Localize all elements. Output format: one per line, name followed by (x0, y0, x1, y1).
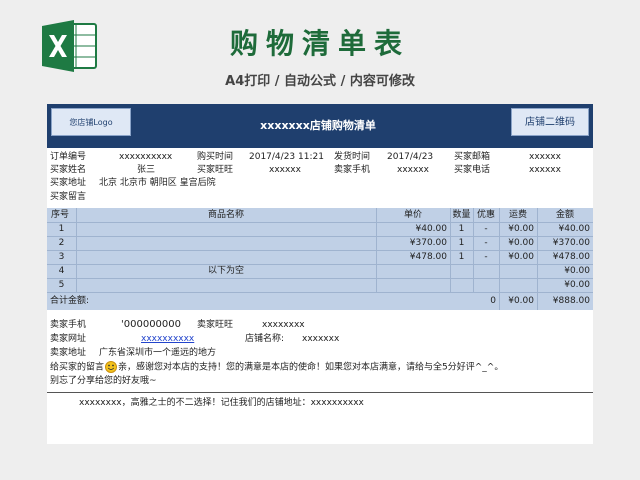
row-2-qty[interactable]: 1 (450, 236, 473, 250)
shop-name[interactable]: xxxxxxx (302, 333, 339, 345)
footer-divider (47, 392, 593, 393)
total-label: 合计金额: (50, 296, 90, 306)
shopping-list-sheet: 您店铺Logo xxxxxxx店铺购物清单 店铺二维码 订单编号 xxxxxxx… (47, 104, 593, 444)
buyer-addr[interactable]: 北京 北京市 朝阳区 皇宫后院 (99, 177, 216, 189)
shop-qr-placeholder[interactable]: 店铺二维码 (511, 108, 589, 136)
row-3-price[interactable]: ¥478.00 (376, 250, 447, 264)
seller-mobile[interactable]: '000000000 (121, 319, 181, 331)
buyer-addr-label: 买家地址 (50, 178, 87, 188)
row-4-no[interactable]: 4 (47, 264, 76, 278)
total-qty: 0 (490, 296, 496, 306)
row-1-amount[interactable]: ¥40.00 (537, 222, 591, 236)
seller-addr[interactable]: 广东省深圳市一个遥远的地方 (99, 347, 216, 359)
col-header-amount: 金额 (555, 210, 574, 220)
seller-ww-label: 卖家旺旺 (197, 320, 234, 330)
seller-msg-line2: 别忘了分享给您的好友哦~ (50, 376, 157, 386)
buyer-ww-label: 买家旺旺 (197, 165, 234, 175)
sheet-title: xxxxxxx店铺购物清单 (260, 119, 376, 132)
row-2-no[interactable]: 2 (47, 236, 76, 250)
sheet-header: 您店铺Logo xxxxxxx店铺购物清单 店铺二维码 (47, 104, 593, 148)
row-1-discount[interactable]: - (473, 222, 499, 236)
seller-ww[interactable]: xxxxxxxx (262, 319, 305, 331)
order-no-label: 订单编号 (50, 152, 87, 162)
ship-time[interactable]: 2017/4/23 (387, 151, 433, 163)
row-3-qty[interactable]: 1 (450, 250, 473, 264)
row-1-price[interactable]: ¥40.00 (376, 222, 448, 236)
seller-message: 给买家的留言 亲，感谢您对本店的支持！您的满意是本店的使命！如果您对本店满意，请给… (50, 361, 503, 374)
buyer-mobile-label: 卖家手机 (334, 165, 371, 175)
items-table: 序号 商品名称 单价 数量 优惠 运费 金额 1 ¥40.00 1 - ¥0.0… (47, 208, 593, 310)
page-title: 购物清单表 (229, 27, 410, 60)
buy-time[interactable]: 2017/4/23 11:21 (249, 151, 324, 163)
row-5-amount[interactable]: ¥0.00 (537, 278, 590, 292)
seller-mobile-label: 卖家手机 (50, 320, 87, 330)
buyer-name-label: 买家姓名 (50, 165, 87, 175)
shop-logo-placeholder[interactable]: 您店铺Logo (51, 108, 131, 136)
col-header-name: 商品名称 (207, 210, 244, 220)
buyer-phone[interactable]: xxxxxx (529, 164, 561, 176)
seller-site-link[interactable]: xxxxxxxxxx (141, 333, 194, 345)
page-subtitle: A4打印 / 自动公式 / 内容可修改 (225, 74, 415, 89)
buyer-name[interactable]: 张三 (137, 164, 155, 176)
row-3-no[interactable]: 3 (47, 250, 76, 264)
shop-name-label: 店铺名称: (245, 334, 285, 344)
col-header-qty: 数量 (452, 210, 471, 220)
row-2-price[interactable]: ¥370.00 (376, 236, 447, 250)
row-2-amount[interactable]: ¥370.00 (537, 236, 590, 250)
row-2-freight[interactable]: ¥0.00 (499, 236, 534, 250)
buyer-email-label: 买家邮箱 (454, 152, 491, 162)
total-amount: ¥888.00 (552, 296, 590, 306)
row-2-discount[interactable]: - (473, 236, 499, 250)
row-5-no[interactable]: 5 (47, 278, 76, 292)
smiley-icon (105, 361, 118, 373)
seller-addr-label: 卖家地址 (50, 348, 87, 358)
buyer-mobile[interactable]: xxxxxx (397, 164, 429, 176)
buyer-phone-label: 买家电话 (454, 165, 491, 175)
row-1-no[interactable]: 1 (47, 222, 76, 236)
col-header-discount: 优惠 (476, 210, 495, 220)
col-header-price: 单价 (403, 210, 422, 220)
order-no[interactable]: xxxxxxxxxx (119, 151, 172, 163)
row-1-freight[interactable]: ¥0.00 (499, 222, 534, 236)
row-3-discount[interactable]: - (473, 250, 499, 264)
buyer-msg-label: 买家留言 (50, 192, 87, 202)
row-4-name[interactable]: 以下为空 (76, 264, 376, 278)
seller-msg-text: 亲，感谢您对本店的支持！您的满意是本店的使命！如果您对本店满意，请给与全5分好评… (118, 362, 504, 373)
col-header-freight: 运费 (508, 210, 527, 220)
row-3-freight[interactable]: ¥0.00 (499, 250, 534, 264)
buyer-email[interactable]: xxxxxx (529, 151, 561, 163)
footer-slogan: xxxxxxxx，高雅之士的不二选择！记住我们的店铺地址：xxxxxxxxxx (79, 398, 364, 408)
seller-msg-label: 给买家的留言 (50, 362, 105, 373)
buyer-ww[interactable]: xxxxxx (269, 164, 301, 176)
seller-site-label: 卖家网址 (50, 334, 87, 344)
total-freight: ¥0.00 (508, 296, 534, 306)
col-header-no: 序号 (51, 210, 70, 220)
row-1-qty[interactable]: 1 (450, 222, 473, 236)
row-4-amount[interactable]: ¥0.00 (537, 264, 590, 278)
buy-time-label: 购买时间 (197, 152, 234, 162)
ship-time-label: 发货时间 (334, 152, 371, 162)
row-3-amount[interactable]: ¥478.00 (537, 250, 590, 264)
